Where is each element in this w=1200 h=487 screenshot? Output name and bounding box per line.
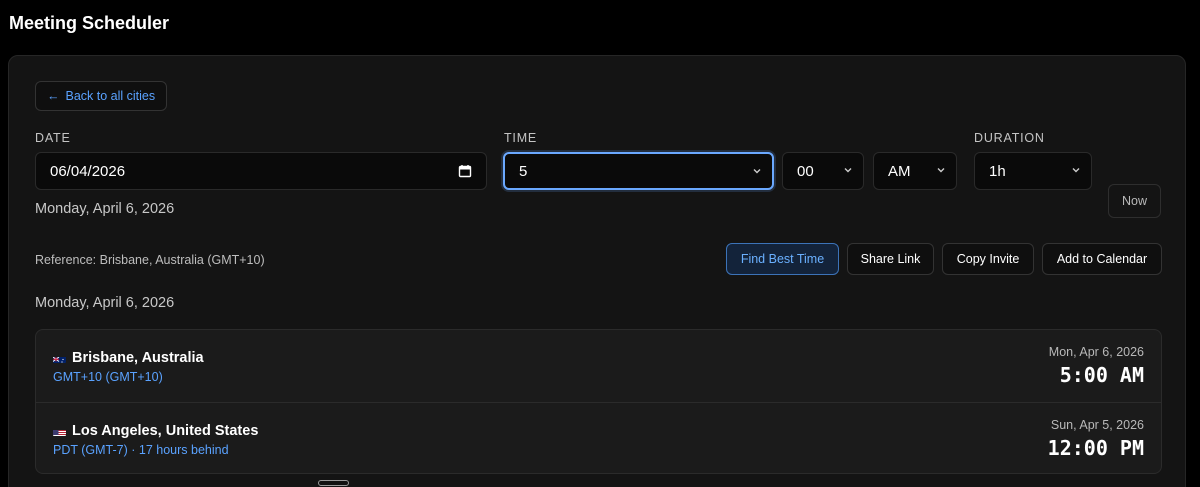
- back-button-label: Back to all cities: [65, 89, 156, 103]
- chevron-down-icon: [937, 168, 945, 173]
- add-to-calendar-button[interactable]: Add to Calendar: [1042, 243, 1162, 275]
- list-item[interactable]: Brisbane, Australia GMT+10 (GMT+10) Mon,…: [36, 330, 1161, 402]
- hour-select-value: 5: [519, 162, 528, 180]
- arrow-left-icon: ←: [47, 89, 60, 103]
- copy-invite-button[interactable]: Copy Invite: [942, 243, 1034, 275]
- share-link-button[interactable]: Share Link: [847, 243, 934, 275]
- now-button[interactable]: Now: [1108, 184, 1161, 218]
- city-time: 12:00 PM: [1047, 436, 1144, 460]
- back-to-all-cities-button[interactable]: ← Back to all cities: [35, 81, 168, 111]
- city-list: Brisbane, Australia GMT+10 (GMT+10) Mon,…: [35, 329, 1162, 474]
- chevron-down-icon: [753, 169, 761, 174]
- city-name-row: Los Angeles, United States: [53, 423, 258, 439]
- list-item[interactable]: Los Angeles, United States PDT (GMT-7) ·…: [36, 402, 1161, 473]
- meridiem-select[interactable]: AM: [873, 152, 957, 190]
- australia-flag-icon: [53, 354, 66, 363]
- hour-select[interactable]: 5: [503, 152, 774, 190]
- find-best-time-button[interactable]: Find Best Time: [726, 243, 839, 275]
- us-flag-icon: [53, 427, 66, 436]
- minute-select-value: 00: [797, 162, 814, 180]
- city-name-row: Brisbane, Australia: [53, 350, 204, 366]
- minute-select[interactable]: 00: [782, 152, 864, 190]
- duration-select-value: 1h: [989, 162, 1006, 180]
- city-date: Mon, Apr 6, 2026: [1048, 345, 1144, 359]
- city-timezone: PDT (GMT-7) · 17 hours behind: [53, 443, 229, 457]
- calendar-icon[interactable]: [458, 164, 472, 178]
- page-title: Meeting Scheduler: [9, 13, 170, 33]
- chevron-down-icon: [844, 168, 852, 173]
- scroll-handle[interactable]: [318, 480, 349, 486]
- duration-label: DURATION: [974, 131, 1045, 145]
- meridiem-select-value: AM: [888, 162, 911, 180]
- date-input[interactable]: 06/04/2026: [35, 152, 487, 190]
- scheduler-panel: ← Back to all cities DATE TIME DURATION …: [8, 55, 1186, 487]
- duration-select[interactable]: 1h: [974, 152, 1092, 190]
- date-label: DATE: [35, 131, 71, 145]
- date-heading: Monday, April 6, 2026: [35, 295, 175, 311]
- city-name: Brisbane, Australia: [72, 350, 204, 366]
- selected-date-long: Monday, April 6, 2026: [35, 201, 175, 217]
- reference-timezone: Reference: Brisbane, Australia (GMT+10): [35, 253, 265, 267]
- city-name: Los Angeles, United States: [72, 423, 259, 439]
- city-date: Sun, Apr 5, 2026: [1050, 418, 1144, 432]
- date-input-value: 06/04/2026: [50, 162, 126, 180]
- time-label: TIME: [504, 131, 538, 145]
- city-time: 5:00 AM: [1059, 363, 1144, 387]
- chevron-down-icon: [1072, 168, 1080, 173]
- city-timezone: GMT+10 (GMT+10): [53, 370, 163, 384]
